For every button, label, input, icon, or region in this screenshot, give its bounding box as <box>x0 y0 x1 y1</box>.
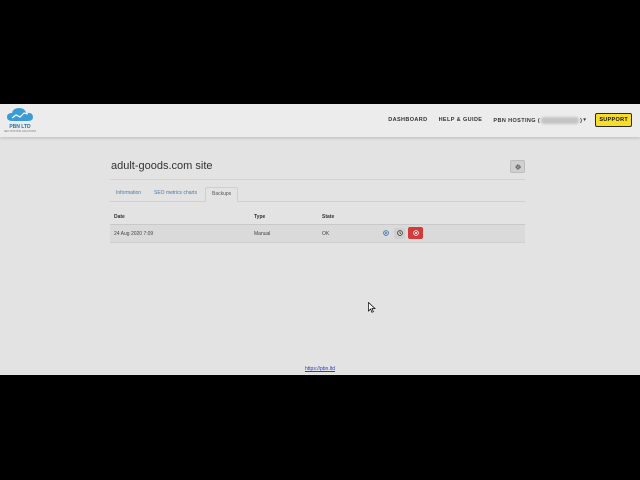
backups-table: Date Type State 24 Aug 2020 7:09 Manual … <box>110 210 525 243</box>
footer-link[interactable]: https://pbn.ltd <box>0 366 640 372</box>
backup-state: OK <box>322 231 330 237</box>
support-button[interactable]: SUPPORT <box>595 113 632 127</box>
tab-seo-metrics-charts[interactable]: SEO metrics charts <box>148 187 203 200</box>
nav-help-guide[interactable]: HELP & GUIDE <box>439 117 483 123</box>
column-header-state: State <box>322 214 335 220</box>
nav-dashboard[interactable]: DASHBOARD <box>388 117 427 123</box>
nav-links: DASHBOARD HELP & GUIDE PBN HOSTING ()▾ S… <box>377 113 632 127</box>
page-title: adult-goods.com site <box>111 160 213 172</box>
backup-date: 24 Aug 2020 7:09 <box>114 231 154 237</box>
table-header: Date Type State <box>110 210 525 225</box>
mouse-cursor <box>368 300 376 318</box>
settings-button[interactable] <box>510 160 525 173</box>
cloud-chart-icon <box>7 108 33 121</box>
clock-icon <box>396 230 403 236</box>
nav-hosting-prefix: PBN HOSTING ( <box>493 117 541 124</box>
brand-logo[interactable]: PBN LTD SEO HOSTING SOLUTIONS <box>4 106 36 134</box>
tab-bar: Information SEO metrics charts Backups <box>110 187 525 202</box>
table-row: 24 Aug 2020 7:09 Manual OK <box>110 225 525 243</box>
download-button[interactable] <box>394 227 405 239</box>
brand-tagline: SEO HOSTING SOLUTIONS <box>4 130 36 133</box>
backup-type: Manual <box>254 231 271 237</box>
arrow-pointer-icon <box>368 301 376 313</box>
divider <box>110 179 525 180</box>
top-navbar: PBN LTD SEO HOSTING SOLUTIONS DASHBOARD … <box>0 104 640 137</box>
times-circle-icon <box>412 230 419 236</box>
plus-circle-icon <box>382 230 389 236</box>
column-header-type: Type <box>254 214 266 220</box>
gear-icon <box>514 163 521 170</box>
nav-pbn-hosting[interactable]: PBN HOSTING ()▾ <box>493 116 587 124</box>
column-header-date: Date <box>114 214 125 220</box>
caret-down-icon: ▾ <box>583 117 587 124</box>
tab-information[interactable]: Information <box>110 187 147 200</box>
app-screen: PBN LTD SEO HOSTING SOLUTIONS DASHBOARD … <box>0 104 640 375</box>
row-actions <box>380 227 426 239</box>
tab-backups[interactable]: Backups <box>205 187 239 202</box>
redacted-account <box>541 116 580 124</box>
delete-button[interactable] <box>408 227 423 239</box>
restore-button[interactable] <box>380 228 391 239</box>
